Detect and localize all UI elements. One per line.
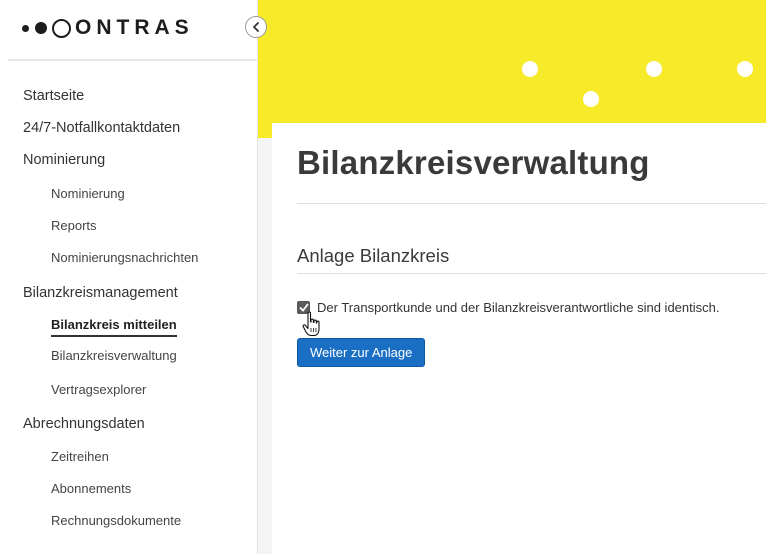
section-divider [297,273,766,274]
sidebar-subitem-zeitreihen[interactable]: Zeitreihen [51,449,109,464]
sidebar-subitem-reports[interactable]: Reports [51,218,97,233]
logo-dot-small [22,24,29,32]
sidebar-item-abrechnungsdaten[interactable]: Abrechnungsdaten [23,416,145,432]
sidebar: ONTRAS Startseite 24/7-Notfallkontaktdat… [0,0,258,554]
chevron-left-icon [253,22,259,32]
section-title: Anlage Bilanzkreis [297,245,450,266]
sidebar-item-startseite[interactable]: Startseite [23,88,84,104]
identical-checkbox-label[interactable]: Der Transportkunde und der Bilanzkreisve… [317,300,719,315]
page-title: Bilanzkreisverwaltung [297,144,650,181]
sidebar-divider [8,59,258,61]
sidebar-subitem-bilanzkreisverwaltung[interactable]: Bilanzkreisverwaltung [51,348,177,363]
identical-checkbox-row: Der Transportkunde und der Bilanzkreisve… [297,300,719,315]
ontras-logo[interactable]: ONTRAS [22,13,194,43]
banner-dot [522,61,538,77]
sidebar-subitem-nominierungsnachrichten[interactable]: Nominierungsnachrichten [51,250,198,265]
banner-dot [737,61,753,77]
sidebar-subitem-abonnements[interactable]: Abonnements [51,481,131,496]
sidebar-item-bilanzkreismanagement[interactable]: Bilanzkreismanagement [23,285,178,301]
hand-cursor-icon [302,311,320,337]
sidebar-collapse-button[interactable] [245,16,267,38]
logo-ring [52,18,71,38]
sidebar-item-nominierung[interactable]: Nominierung [23,152,105,168]
logo-dot-medium [35,22,47,34]
banner-dot [583,91,599,107]
sidebar-subitem-bilanzkreis-mitteilen[interactable]: Bilanzkreis mitteilen [51,317,177,337]
main-content: Bilanzkreisverwaltung Anlage Bilanzkreis… [272,123,766,554]
sidebar-subitem-nominierung[interactable]: Nominierung [51,186,125,201]
banner-dot [646,61,662,77]
sidebar-subitem-rechnungsdokumente[interactable]: Rechnungsdokumente [51,513,181,528]
title-divider [297,203,766,204]
sidebar-item-notfallkontaktdaten[interactable]: 24/7-Notfallkontaktdaten [23,120,180,136]
sidebar-subitem-vertragsexplorer[interactable]: Vertragsexplorer [51,382,146,397]
logo-text: ONTRAS [75,16,194,39]
header-banner [258,0,766,138]
weiter-zur-anlage-button[interactable]: Weiter zur Anlage [297,338,426,367]
